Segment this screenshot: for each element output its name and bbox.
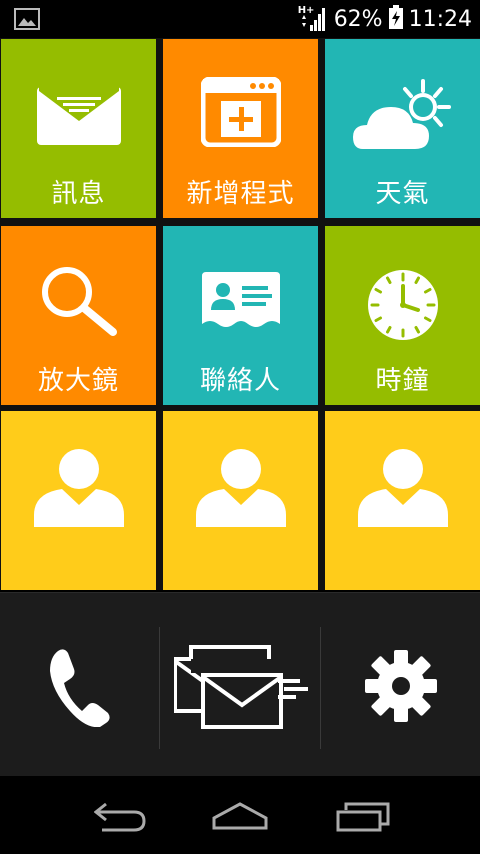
recent-apps-button[interactable] (322, 796, 402, 836)
clock-icon (366, 268, 440, 346)
contact-card-icon (201, 272, 280, 334)
tile-contact-shortcut-3[interactable] (325, 411, 480, 590)
tile-label: 時鐘 (375, 366, 430, 396)
add-app-icon (200, 76, 281, 151)
settings-gear-icon (365, 650, 437, 726)
battery-percent: 62% (333, 6, 383, 32)
app-tile-grid: 訊息 新增程式 天氣 放大鏡 聯絡人 時鐘 (0, 38, 480, 590)
system-nav-bar (0, 778, 480, 854)
person-icon (195, 449, 286, 531)
phone-icon (46, 647, 112, 731)
tile-label: 聯絡人 (199, 366, 281, 396)
messages-button[interactable] (160, 593, 319, 777)
tile-magnifier[interactable]: 放大鏡 (1, 226, 156, 405)
person-icon (357, 449, 448, 531)
home-icon (212, 802, 268, 834)
home-button[interactable] (200, 796, 280, 836)
tile-label: 放大鏡 (37, 366, 119, 396)
back-button[interactable] (80, 796, 160, 836)
tile-label: 新增程式 (186, 179, 295, 209)
status-bar: H+ 62% 11:24 (0, 0, 480, 38)
messages-icon (173, 645, 310, 733)
tile-contact-shortcut-2[interactable] (163, 411, 318, 590)
tile-add-app[interactable]: 新增程式 (163, 39, 318, 218)
recent-apps-icon (336, 802, 390, 836)
settings-button[interactable] (321, 593, 480, 777)
tile-weather[interactable]: 天氣 (325, 39, 480, 218)
back-icon (93, 802, 146, 836)
envelope-icon (36, 87, 121, 149)
magnifier-icon (39, 266, 119, 340)
tile-label: 天氣 (375, 179, 430, 209)
tile-clock[interactable]: 時鐘 (325, 226, 480, 405)
tile-contacts[interactable]: 聯絡人 (163, 226, 318, 405)
weather-icon (352, 77, 453, 157)
tile-messages[interactable]: 訊息 (1, 39, 156, 218)
signal-icon: H+ (298, 5, 328, 33)
bottom-dock (0, 592, 480, 776)
person-icon (33, 449, 124, 531)
clock-time: 11:24 (408, 6, 472, 32)
gallery-notification-icon (14, 8, 40, 30)
tile-contact-shortcut-1[interactable] (1, 411, 156, 590)
tile-label: 訊息 (51, 179, 106, 209)
battery-charging-icon (388, 5, 403, 33)
phone-button[interactable] (0, 593, 159, 777)
